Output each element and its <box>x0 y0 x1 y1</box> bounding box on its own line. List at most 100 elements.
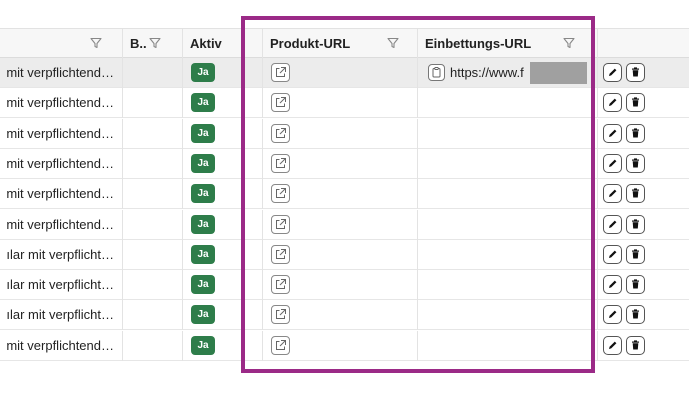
pencil-icon[interactable] <box>603 153 622 173</box>
filter-icon[interactable] <box>90 37 102 49</box>
trash-icon[interactable] <box>626 305 645 325</box>
column-divider <box>182 300 183 331</box>
table-row[interactable]: ılar mit verpflicht… Ja <box>0 270 689 301</box>
header-aktiv[interactable]: Aktiv <box>182 29 262 58</box>
einbettungs-url-value[interactable]: https://www.f <box>450 58 524 87</box>
trash-icon[interactable] <box>626 93 645 113</box>
header-produkt-url[interactable]: Produkt-URL <box>262 29 382 58</box>
name-cell: mit verpflichtend… <box>6 125 114 141</box>
external-link-icon[interactable] <box>271 214 290 234</box>
trash-icon[interactable] <box>626 275 645 295</box>
column-divider <box>122 118 123 149</box>
header-b[interactable]: B.. <box>122 29 152 58</box>
name-cell: ılar mit verpflicht… <box>6 307 114 323</box>
column-divider <box>597 209 598 240</box>
column-divider <box>417 239 418 270</box>
name-cell: ılar mit verpflicht… <box>6 277 114 293</box>
table-row[interactable]: mit verpflichtend… Ja <box>0 118 689 149</box>
table-row[interactable]: mit verpflichtend… Ja <box>0 179 689 210</box>
column-divider <box>417 209 418 240</box>
pencil-icon[interactable] <box>603 184 622 204</box>
trash-icon[interactable] <box>626 335 645 355</box>
external-link-icon[interactable] <box>271 153 290 173</box>
external-link-icon[interactable] <box>271 63 290 82</box>
column-divider <box>262 179 263 210</box>
column-divider <box>417 58 418 88</box>
column-divider <box>262 118 263 149</box>
pencil-icon[interactable] <box>603 275 622 295</box>
status-badge: Ja <box>191 305 215 325</box>
column-divider <box>417 270 418 301</box>
trash-icon[interactable] <box>626 244 645 264</box>
pencil-icon[interactable] <box>603 63 622 82</box>
column-divider <box>597 300 598 331</box>
filter-icon[interactable] <box>387 37 399 49</box>
column-divider <box>417 148 418 179</box>
status-badge: Ja <box>191 153 215 173</box>
pencil-icon[interactable] <box>603 335 622 355</box>
column-divider <box>597 239 598 270</box>
column-divider <box>597 330 598 361</box>
trash-icon[interactable] <box>626 123 645 143</box>
name-cell: mit verpflichtend… <box>6 95 114 111</box>
clipboard-icon[interactable] <box>428 64 445 81</box>
column-divider <box>122 88 123 119</box>
table-row[interactable]: mit verpflichtend… Ja <box>0 148 689 179</box>
column-divider <box>122 148 123 179</box>
table-row[interactable]: mit verpflichtend… Ja <box>0 209 689 240</box>
table-row[interactable]: ılar mit verpflicht… Ja <box>0 300 689 331</box>
column-divider <box>262 148 263 179</box>
table-row[interactable]: mit verpflichtend… Ja <box>0 330 689 361</box>
column-divider <box>597 148 598 179</box>
column-divider <box>597 29 598 59</box>
column-divider <box>417 300 418 331</box>
filter-icon[interactable] <box>149 37 161 49</box>
column-divider <box>262 300 263 331</box>
column-divider <box>597 58 598 88</box>
trash-icon[interactable] <box>626 153 645 173</box>
name-cell: mit verpflichtend… <box>6 65 114 80</box>
status-badge: Ja <box>191 63 215 82</box>
trash-icon[interactable] <box>626 214 645 234</box>
trash-icon[interactable] <box>626 184 645 204</box>
name-cell: mit verpflichtend… <box>6 155 114 171</box>
column-divider <box>122 179 123 210</box>
external-link-icon[interactable] <box>271 275 290 295</box>
status-badge: Ja <box>191 214 215 234</box>
status-badge: Ja <box>191 335 215 355</box>
column-divider <box>417 118 418 149</box>
column-divider <box>417 330 418 361</box>
column-divider <box>122 300 123 331</box>
table-row[interactable]: mit verpflichtend… Ja <box>0 88 689 119</box>
column-divider <box>417 88 418 119</box>
filter-icon[interactable] <box>563 37 575 49</box>
status-badge: Ja <box>191 123 215 143</box>
grid-header: B.. Aktiv Produkt-URL Einbettungs-URL <box>0 28 689 59</box>
status-badge: Ja <box>191 244 215 264</box>
external-link-icon[interactable] <box>271 184 290 204</box>
header-einbettungs-url[interactable]: Einbettungs-URL <box>417 29 557 58</box>
trash-icon[interactable] <box>626 63 645 82</box>
external-link-icon[interactable] <box>271 123 290 143</box>
pencil-icon[interactable] <box>603 305 622 325</box>
pencil-icon[interactable] <box>603 214 622 234</box>
pencil-icon[interactable] <box>603 244 622 264</box>
status-badge: Ja <box>191 275 215 295</box>
pencil-icon[interactable] <box>603 123 622 143</box>
name-cell: mit verpflichtend… <box>6 186 114 202</box>
external-link-icon[interactable] <box>271 305 290 325</box>
external-link-icon[interactable] <box>271 335 290 355</box>
name-cell: ılar mit verpflicht… <box>6 246 114 262</box>
name-cell: mit verpflichtend… <box>6 216 114 232</box>
column-divider <box>262 239 263 270</box>
column-divider <box>122 239 123 270</box>
column-divider <box>182 88 183 119</box>
table-row[interactable]: ılar mit verpflicht… Ja <box>0 239 689 270</box>
name-cell: mit verpflichtend… <box>6 337 114 353</box>
column-divider <box>182 270 183 301</box>
column-divider <box>597 270 598 301</box>
column-divider <box>182 58 183 88</box>
external-link-icon[interactable] <box>271 93 290 113</box>
pencil-icon[interactable] <box>603 93 622 113</box>
external-link-icon[interactable] <box>271 244 290 264</box>
